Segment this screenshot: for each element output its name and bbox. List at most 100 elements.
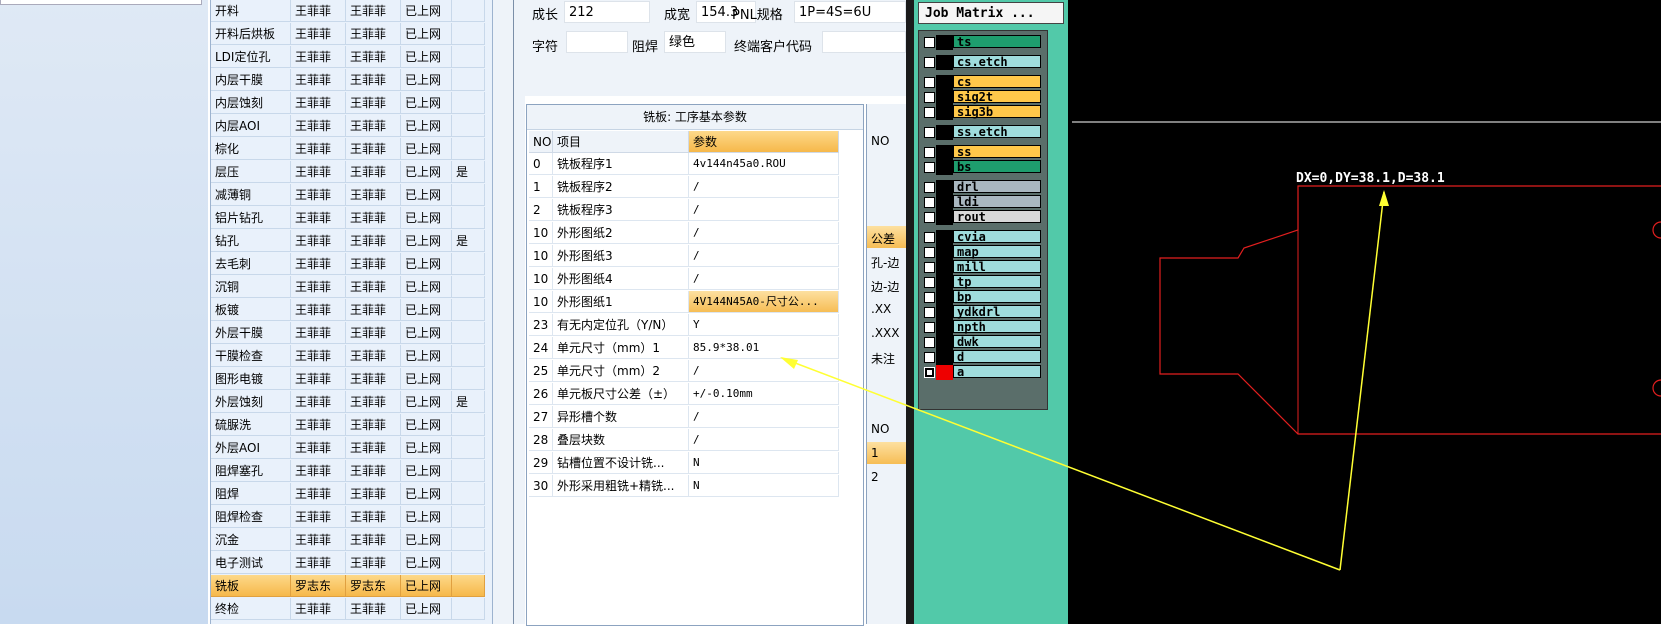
- checkbox-icon[interactable]: [924, 162, 935, 173]
- param-row[interactable]: 1 铣板程序2/: [529, 176, 847, 199]
- layer-name[interactable]: cvia: [953, 230, 1041, 244]
- checkbox-icon[interactable]: [924, 307, 935, 318]
- process-row[interactable]: 干膜检查 王菲菲 王菲菲 已上网: [211, 345, 493, 368]
- checkbox-icon[interactable]: [924, 352, 935, 363]
- param-row[interactable]: 26 单元板尺寸公差（±） +/-0.10mm: [529, 383, 847, 406]
- customer-code-field[interactable]: [822, 31, 906, 53]
- cad-canvas[interactable]: [1068, 0, 1661, 624]
- checkbox-icon[interactable]: [924, 337, 935, 348]
- checkbox-icon[interactable]: [924, 247, 935, 258]
- layer-name[interactable]: cs.etch: [953, 55, 1041, 69]
- process-row[interactable]: 减薄铜 王菲菲 王菲菲 已上网: [211, 184, 493, 207]
- checkbox-icon[interactable]: [924, 212, 935, 223]
- layer-name[interactable]: ss.etch: [953, 125, 1041, 139]
- layer-row-tp[interactable]: tp: [921, 275, 1043, 290]
- process-row[interactable]: 钻孔 王菲菲 王菲菲 已上网是: [211, 230, 493, 253]
- param-row[interactable]: 25 单元尺寸（mm）2/: [529, 360, 847, 383]
- layer-name[interactable]: dwk: [953, 335, 1041, 349]
- checkbox-icon[interactable]: [924, 262, 935, 273]
- process-row[interactable]: 开料 王菲菲 王菲菲 已上网: [211, 0, 493, 23]
- layer-row-cvia[interactable]: cvia: [921, 230, 1043, 245]
- left-input-box[interactable]: [0, 0, 202, 5]
- layer-row-npth[interactable]: npth: [921, 320, 1043, 335]
- layer-name[interactable]: cs: [953, 75, 1041, 89]
- layer-row-sig3b[interactable]: sig3b: [921, 105, 1043, 120]
- checkbox-icon[interactable]: [924, 147, 935, 158]
- layer-name[interactable]: rout: [953, 210, 1041, 224]
- checkbox-icon[interactable]: [924, 107, 935, 118]
- layer-name[interactable]: sig3b: [953, 105, 1041, 119]
- checkbox-icon[interactable]: [924, 127, 935, 138]
- process-row[interactable]: 阻焊 王菲菲 王菲菲 已上网: [211, 483, 493, 506]
- layer-name[interactable]: a: [953, 365, 1041, 379]
- process-row[interactable]: 板镀 王菲菲 王菲菲 已上网: [211, 299, 493, 322]
- checkbox-icon[interactable]: [924, 77, 935, 88]
- layer-name[interactable]: npth: [953, 320, 1041, 334]
- param-row[interactable]: 30 外形采用粗铣+精铣... N: [529, 475, 847, 498]
- process-row[interactable]: 沉铜 王菲菲 王菲菲 已上网: [211, 276, 493, 299]
- layer-row-bs[interactable]: bs: [921, 160, 1043, 175]
- process-row[interactable]: 终检 王菲菲 王菲菲 已上网: [211, 598, 493, 621]
- layer-name[interactable]: tp: [953, 275, 1041, 289]
- layer-name[interactable]: mill: [953, 260, 1041, 274]
- col-param-header[interactable]: 参数: [689, 131, 839, 153]
- process-row[interactable]: 图形电镀 王菲菲 王菲菲 已上网: [211, 368, 493, 391]
- process-row[interactable]: 阻焊塞孔 王菲菲 王菲菲 已上网: [211, 460, 493, 483]
- checkbox-icon[interactable]: [924, 232, 935, 243]
- process-row[interactable]: 外层干膜 王菲菲 王菲菲 已上网: [211, 322, 493, 345]
- checkbox-icon[interactable]: [924, 367, 935, 378]
- param-row[interactable]: 28 叠层块数 /: [529, 429, 847, 452]
- layer-name[interactable]: ydkdrl: [953, 305, 1041, 319]
- process-row[interactable]: 棕化 王菲菲 王菲菲 已上网: [211, 138, 493, 161]
- job-matrix-button[interactable]: Job Matrix ...: [918, 2, 1064, 24]
- checkbox-icon[interactable]: [924, 322, 935, 333]
- side-row-1[interactable]: 1: [871, 446, 879, 460]
- length-field[interactable]: 212: [564, 1, 650, 23]
- param-row[interactable]: 10 外形图纸3/: [529, 245, 847, 268]
- process-row[interactable]: 阻焊检查 王菲菲 王菲菲 已上网: [211, 506, 493, 529]
- splitter[interactable]: [492, 0, 525, 624]
- char-field[interactable]: [566, 31, 628, 53]
- layer-name[interactable]: ss: [953, 145, 1041, 159]
- param-row[interactable]: 0 铣板程序1 4v144n45a0.ROU: [529, 153, 847, 176]
- param-row[interactable]: 27 异形槽个数 /: [529, 406, 847, 429]
- layer-name[interactable]: drl: [953, 180, 1041, 194]
- layer-row-bp[interactable]: bp: [921, 290, 1043, 305]
- process-row[interactable]: 铣板 罗志东 罗志东 已上网: [211, 575, 493, 598]
- process-row[interactable]: 沉金 王菲菲 王菲菲 已上网: [211, 529, 493, 552]
- layer-row-rout[interactable]: rout: [921, 210, 1043, 225]
- param-row[interactable]: 23 有无内定位孔（Y/N） Y: [529, 314, 847, 337]
- layer-name[interactable]: d: [953, 350, 1041, 364]
- layer-name[interactable]: bp: [953, 290, 1041, 304]
- process-row[interactable]: 层压 王菲菲 王菲菲 已上网是: [211, 161, 493, 184]
- layer-row-cs-etch[interactable]: cs.etch: [921, 55, 1043, 70]
- checkbox-icon[interactable]: [924, 92, 935, 103]
- checkbox-icon[interactable]: [924, 182, 935, 193]
- layer-name[interactable]: sig2t: [953, 90, 1041, 104]
- process-row[interactable]: 去毛刺 王菲菲 王菲菲 已上网: [211, 253, 493, 276]
- col-item-header[interactable]: 项目: [553, 131, 689, 153]
- layer-row-ydkdrl[interactable]: ydkdrl: [921, 305, 1043, 320]
- layer-row-ss[interactable]: ss: [921, 145, 1043, 160]
- checkbox-icon[interactable]: [924, 57, 935, 68]
- col-no-header[interactable]: NO: [529, 131, 553, 153]
- layer-row-mill[interactable]: mill: [921, 260, 1043, 275]
- process-row[interactable]: 铝片钻孔 王菲菲 王菲菲 已上网: [211, 207, 493, 230]
- layer-row-d[interactable]: d: [921, 350, 1043, 365]
- layer-row-drl[interactable]: drl: [921, 180, 1043, 195]
- layer-name[interactable]: bs: [953, 160, 1041, 174]
- layer-row-a[interactable]: a: [921, 365, 1043, 380]
- checkbox-icon[interactable]: [924, 37, 935, 48]
- layer-row-ts[interactable]: ts: [921, 35, 1043, 50]
- layer-name[interactable]: map: [953, 245, 1041, 259]
- process-row[interactable]: 外层蚀刻 王菲菲 王菲菲 已上网是: [211, 391, 493, 414]
- process-row[interactable]: 电子测试 王菲菲 王菲菲 已上网: [211, 552, 493, 575]
- param-row[interactable]: 10 外形图纸1 4V144N45A0-尺寸公...: [529, 291, 847, 314]
- layer-row-ldi[interactable]: ldi: [921, 195, 1043, 210]
- process-row[interactable]: 内层蚀刻 王菲菲 王菲菲 已上网: [211, 92, 493, 115]
- param-row[interactable]: 24 单元尺寸（mm）1 85.9*38.01: [529, 337, 847, 360]
- mask-field[interactable]: 绿色: [664, 31, 726, 53]
- param-row[interactable]: 2 铣板程序3/: [529, 199, 847, 222]
- process-row[interactable]: 内层干膜 王菲菲 王菲菲 已上网: [211, 69, 493, 92]
- process-row[interactable]: 内层AOI 王菲菲 王菲菲 已上网: [211, 115, 493, 138]
